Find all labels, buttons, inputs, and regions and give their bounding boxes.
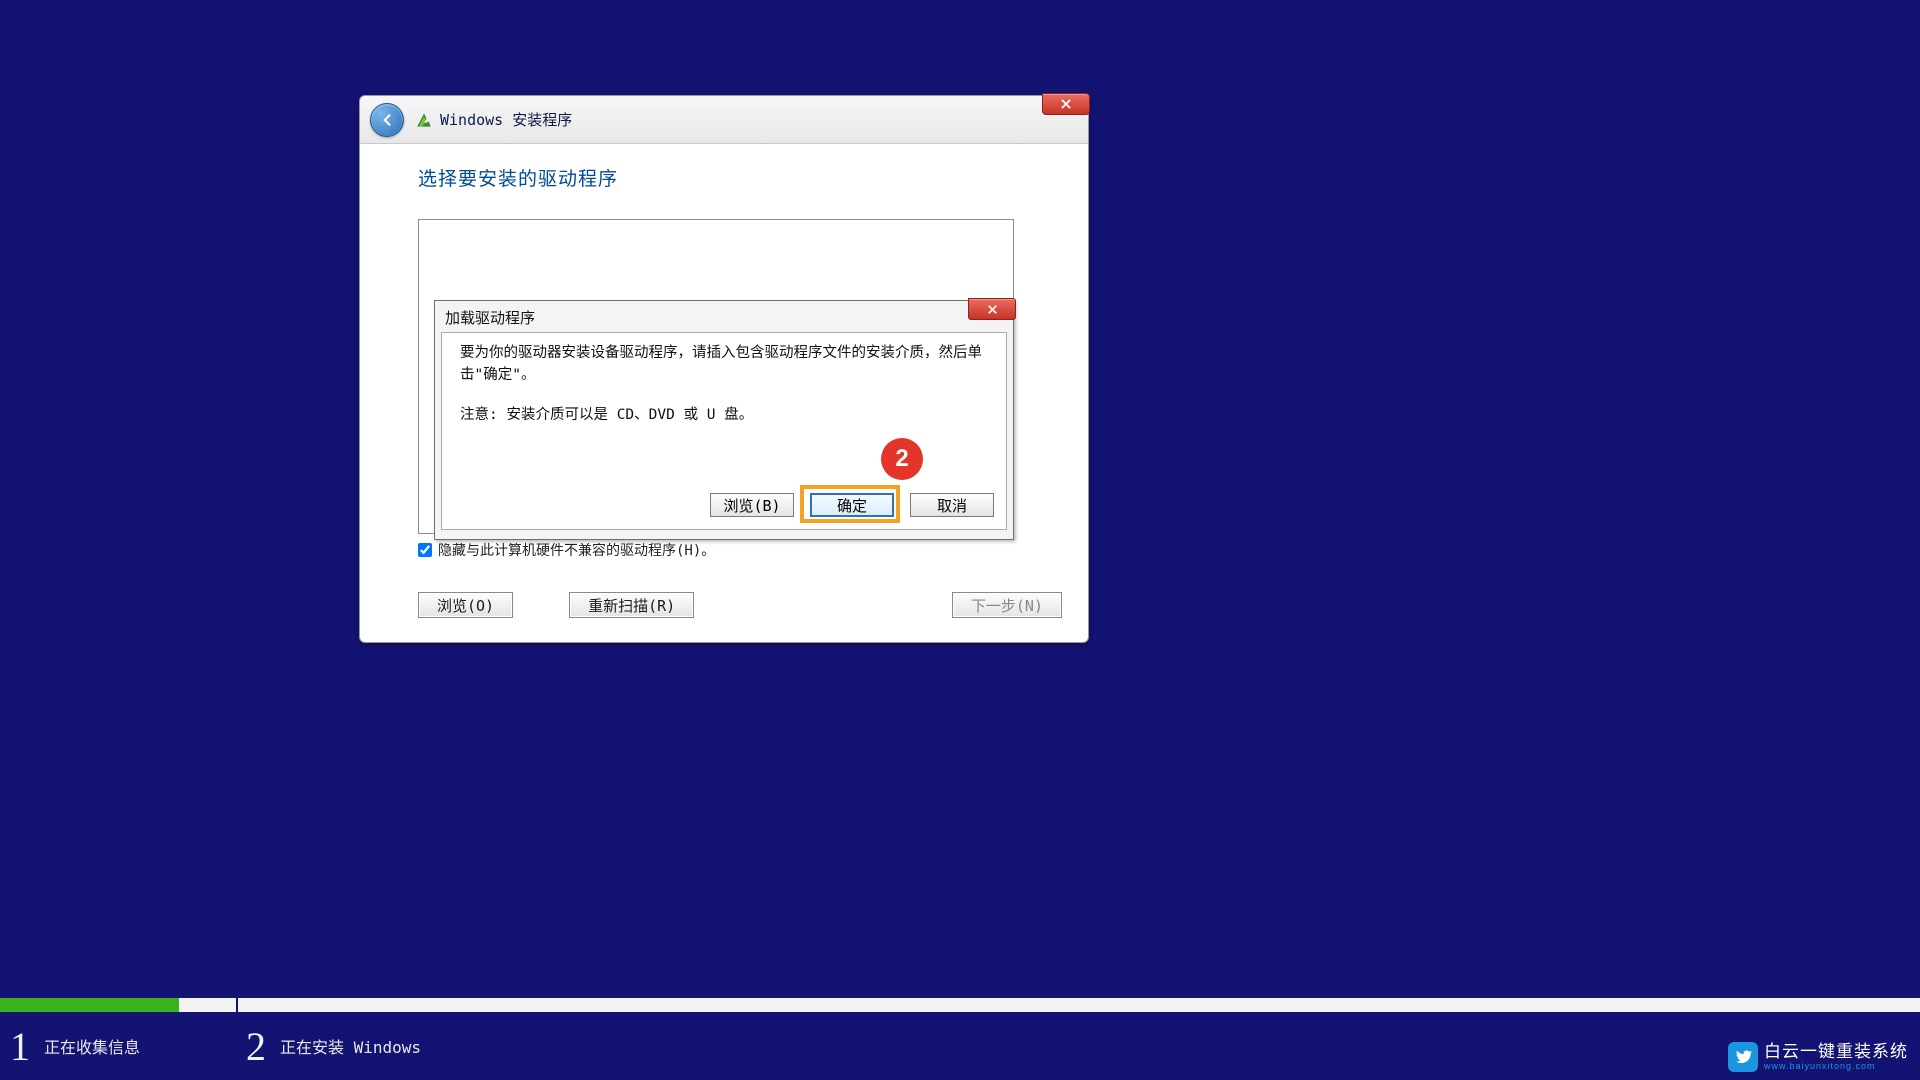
arrow-left-icon [378,111,396,129]
watermark-url: www.baiyunxitong.com [1764,1062,1908,1071]
app-icon [414,110,434,130]
dialog-cancel-button[interactable]: 取消 [910,493,994,517]
progress-step-labels: 1 正在收集信息 2 正在安装 Windows [0,1016,1920,1076]
progress-step-1: 1 正在收集信息 [0,1016,236,1076]
step-badge: 2 [881,438,923,480]
window-close-button[interactable] [1042,93,1090,115]
bottom-button-row: 浏览(O) 重新扫描(R) 下一步(N) [418,592,1062,618]
step-1-label: 正在收集信息 [44,1034,140,1058]
watermark-brand: 白云一键重装系统 [1764,1043,1908,1060]
close-icon [1059,97,1073,111]
hide-incompatible-checkbox-row[interactable]: 隐藏与此计算机硬件不兼容的驱动程序(H)。 [418,540,1030,560]
step-number-2: 2 [246,1023,266,1070]
dialog-title-text: 加载驱动程序 [445,309,535,327]
progress-track [0,998,1920,1012]
dialog-note: 注意: 安装介质可以是 CD、DVD 或 U 盘。 [460,405,988,427]
watermark-text: 白云一键重装系统 www.baiyunxitong.com [1764,1043,1908,1071]
next-button[interactable]: 下一步(N) [952,592,1062,618]
browse-button[interactable]: 浏览(O) [418,592,513,618]
titlebar: Windows 安装程序 [360,96,1088,144]
step-badge-number: 2 [895,445,908,473]
dialog-close-button[interactable] [968,298,1016,320]
watermark-icon [1728,1042,1758,1072]
dialog-ok-button[interactable]: 确定 [810,493,894,517]
dialog-browse-button[interactable]: 浏览(B) [710,493,794,517]
watermark: 白云一键重装系统 www.baiyunxitong.com [1728,1042,1908,1072]
hide-incompatible-checkbox[interactable] [418,543,432,557]
dialog-button-row: 浏览(B) 确定 取消 [710,493,994,517]
rescan-button[interactable]: 重新扫描(R) [569,592,694,618]
hide-incompatible-label: 隐藏与此计算机硬件不兼容的驱动程序(H)。 [438,540,715,560]
progress-fill [0,998,179,1012]
bird-icon [1733,1047,1753,1067]
progress-step-2: 2 正在安装 Windows [236,1016,421,1076]
progress-area: 1 正在收集信息 2 正在安装 Windows [0,998,1920,1080]
page-heading: 选择要安装的驱动程序 [418,164,1030,191]
window-title: Windows 安装程序 [440,109,572,130]
load-driver-dialog: 加载驱动程序 要为你的驱动器安装设备驱动程序，请插入包含驱动程序文件的安装介质，… [434,300,1014,540]
dialog-title: 加载驱动程序 [435,301,1013,332]
close-icon [986,303,999,316]
progress-divider [236,998,238,1012]
step-2-label: 正在安装 Windows [280,1034,421,1058]
dialog-message: 要为你的驱动器安装设备驱动程序，请插入包含驱动程序文件的安装介质，然后单击"确定… [460,343,988,387]
step-number-1: 1 [10,1023,30,1070]
back-button[interactable] [370,103,404,137]
dialog-body: 要为你的驱动器安装设备驱动程序，请插入包含驱动程序文件的安装介质，然后单击"确定… [441,332,1007,530]
